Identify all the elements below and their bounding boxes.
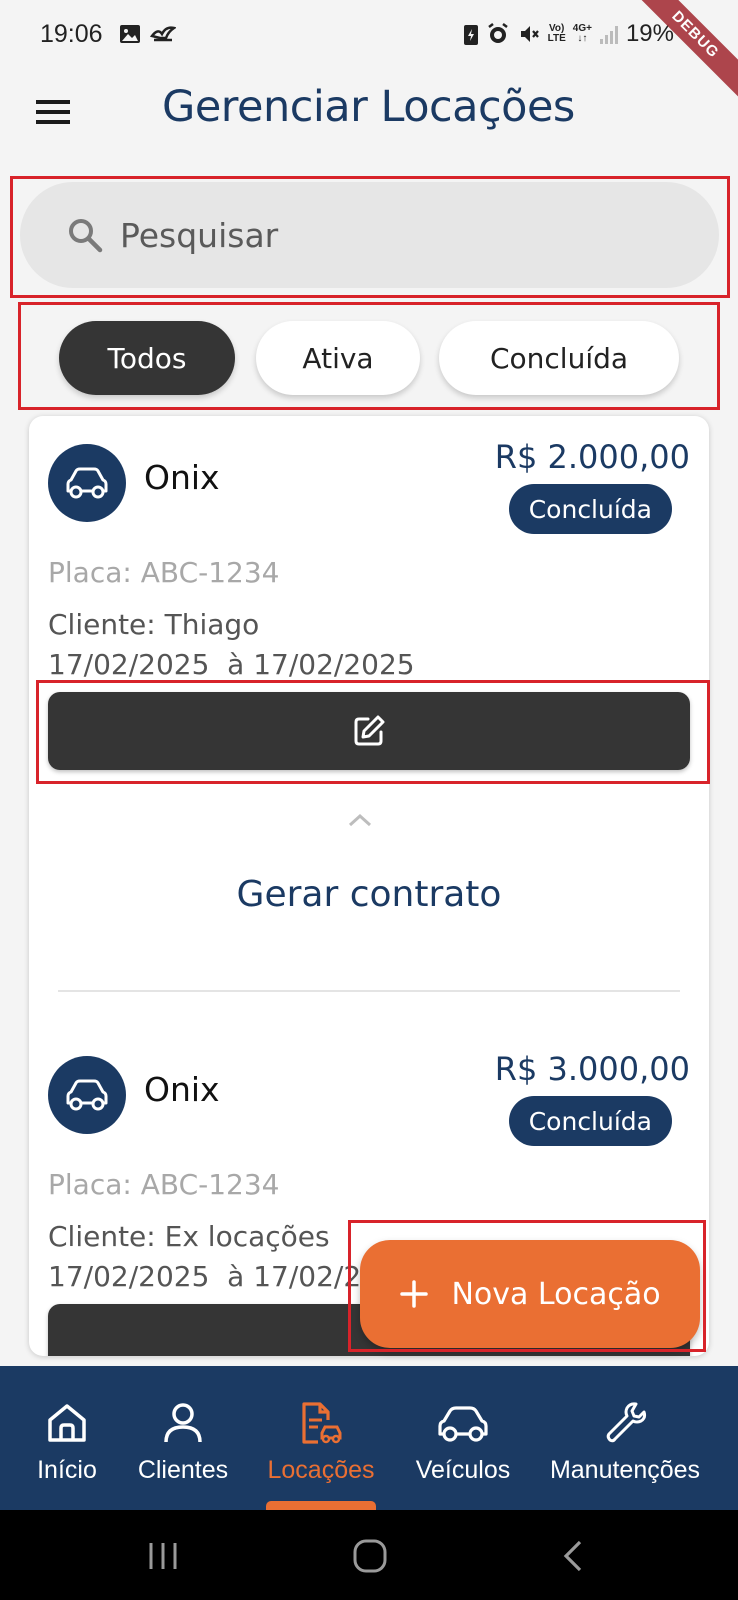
active-tab-indicator <box>266 1501 376 1510</box>
chevron-up-icon[interactable] <box>347 812 373 828</box>
car-icon <box>66 1079 108 1111</box>
filter-chip-ativa[interactable]: Ativa <box>256 321 420 395</box>
page-title: Gerenciar Locações <box>162 82 575 132</box>
wrench-icon <box>606 1402 647 1443</box>
nav-item-manutencoes[interactable]: Manutenções <box>544 1366 706 1510</box>
bird-icon <box>150 26 176 42</box>
car-icon <box>66 467 108 499</box>
net-type-indicator: 4G+ ↓↑ <box>573 24 592 44</box>
volte-indicator: Vo) LTE <box>548 24 566 44</box>
person-icon <box>164 1403 202 1443</box>
vehicle-avatar <box>48 444 126 522</box>
search-icon <box>69 219 103 253</box>
status-time: 19:06 <box>40 20 103 48</box>
gallery-icon <box>120 25 140 43</box>
rental-list: Onix R$ 2.000,00 Concluída Placa: ABC-12… <box>29 416 709 1356</box>
battery-saver-icon <box>463 25 478 45</box>
menu-icon[interactable] <box>34 92 74 132</box>
status-badge: Concluída <box>508 1096 672 1146</box>
lte-label: LTE <box>547 33 566 44</box>
rental-document-icon <box>302 1402 342 1444</box>
rental-price: R$ 3.000,00 <box>494 1050 690 1088</box>
nav-label: Veículos <box>415 1456 511 1484</box>
rental-client: Cliente: Ex locações <box>48 1220 330 1253</box>
nav-item-veiculos[interactable]: Veículos <box>404 1366 522 1510</box>
vehicle-name: Onix <box>144 458 220 497</box>
alarm-icon <box>487 23 508 43</box>
rental-client: Cliente: Thiago <box>48 608 260 641</box>
status-notification-icons <box>118 22 176 46</box>
system-navigation-bar <box>0 1510 738 1600</box>
new-rental-button[interactable]: Nova Locação <box>360 1240 700 1348</box>
filter-chip-todos[interactable]: Todos <box>59 321 235 395</box>
nav-item-inicio[interactable]: Início <box>10 1366 124 1510</box>
new-rental-label: Nova Locação <box>451 1276 661 1312</box>
mute-icon <box>520 26 539 42</box>
data-arrows-icon: ↓↑ <box>577 33 588 44</box>
back-icon[interactable] <box>560 1538 586 1574</box>
divider <box>58 990 680 992</box>
status-badge: Concluída <box>508 484 672 534</box>
signal-icon <box>599 26 618 44</box>
nav-item-locacoes[interactable]: Locações <box>256 1366 386 1510</box>
vehicle-name: Onix <box>144 1070 220 1109</box>
car-icon <box>438 1406 488 1442</box>
status-right-icons: Vo) LTE 4G+ ↓↑ 19% <box>463 20 674 48</box>
nav-label: Locações <box>267 1456 375 1484</box>
debug-banner: DEBUG <box>618 0 738 112</box>
home-button-icon[interactable] <box>352 1538 388 1574</box>
plus-icon <box>400 1280 429 1308</box>
vehicle-plate: Placa: ABC-1234 <box>48 556 280 589</box>
bottom-navigation: Início Clientes Locações Veículos Manute… <box>0 1366 738 1510</box>
filter-chip-concluida[interactable]: Concluída <box>439 321 679 395</box>
rental-price: R$ 2.000,00 <box>494 438 690 476</box>
edit-button[interactable] <box>48 692 690 770</box>
nav-label: Início <box>37 1456 97 1484</box>
nav-item-clientes[interactable]: Clientes <box>124 1366 242 1510</box>
edit-icon <box>354 715 385 746</box>
home-icon <box>48 1404 86 1442</box>
status-bar: 19:06 Vo) LTE 4G+ ↓↑ 19% DEBUG <box>0 0 738 112</box>
rental-dates: 17/02/2025 à 17/02/2025 <box>48 648 415 681</box>
nav-label: Manutenções <box>549 1456 701 1484</box>
search-input[interactable] <box>120 210 680 260</box>
vehicle-avatar <box>48 1056 126 1134</box>
nav-label: Clientes <box>137 1456 229 1484</box>
search-bar[interactable] <box>20 182 719 288</box>
vehicle-plate: Placa: ABC-1234 <box>48 1168 280 1201</box>
recent-apps-icon[interactable] <box>146 1540 180 1572</box>
generate-contract-button[interactable]: Gerar contrato <box>29 874 709 915</box>
